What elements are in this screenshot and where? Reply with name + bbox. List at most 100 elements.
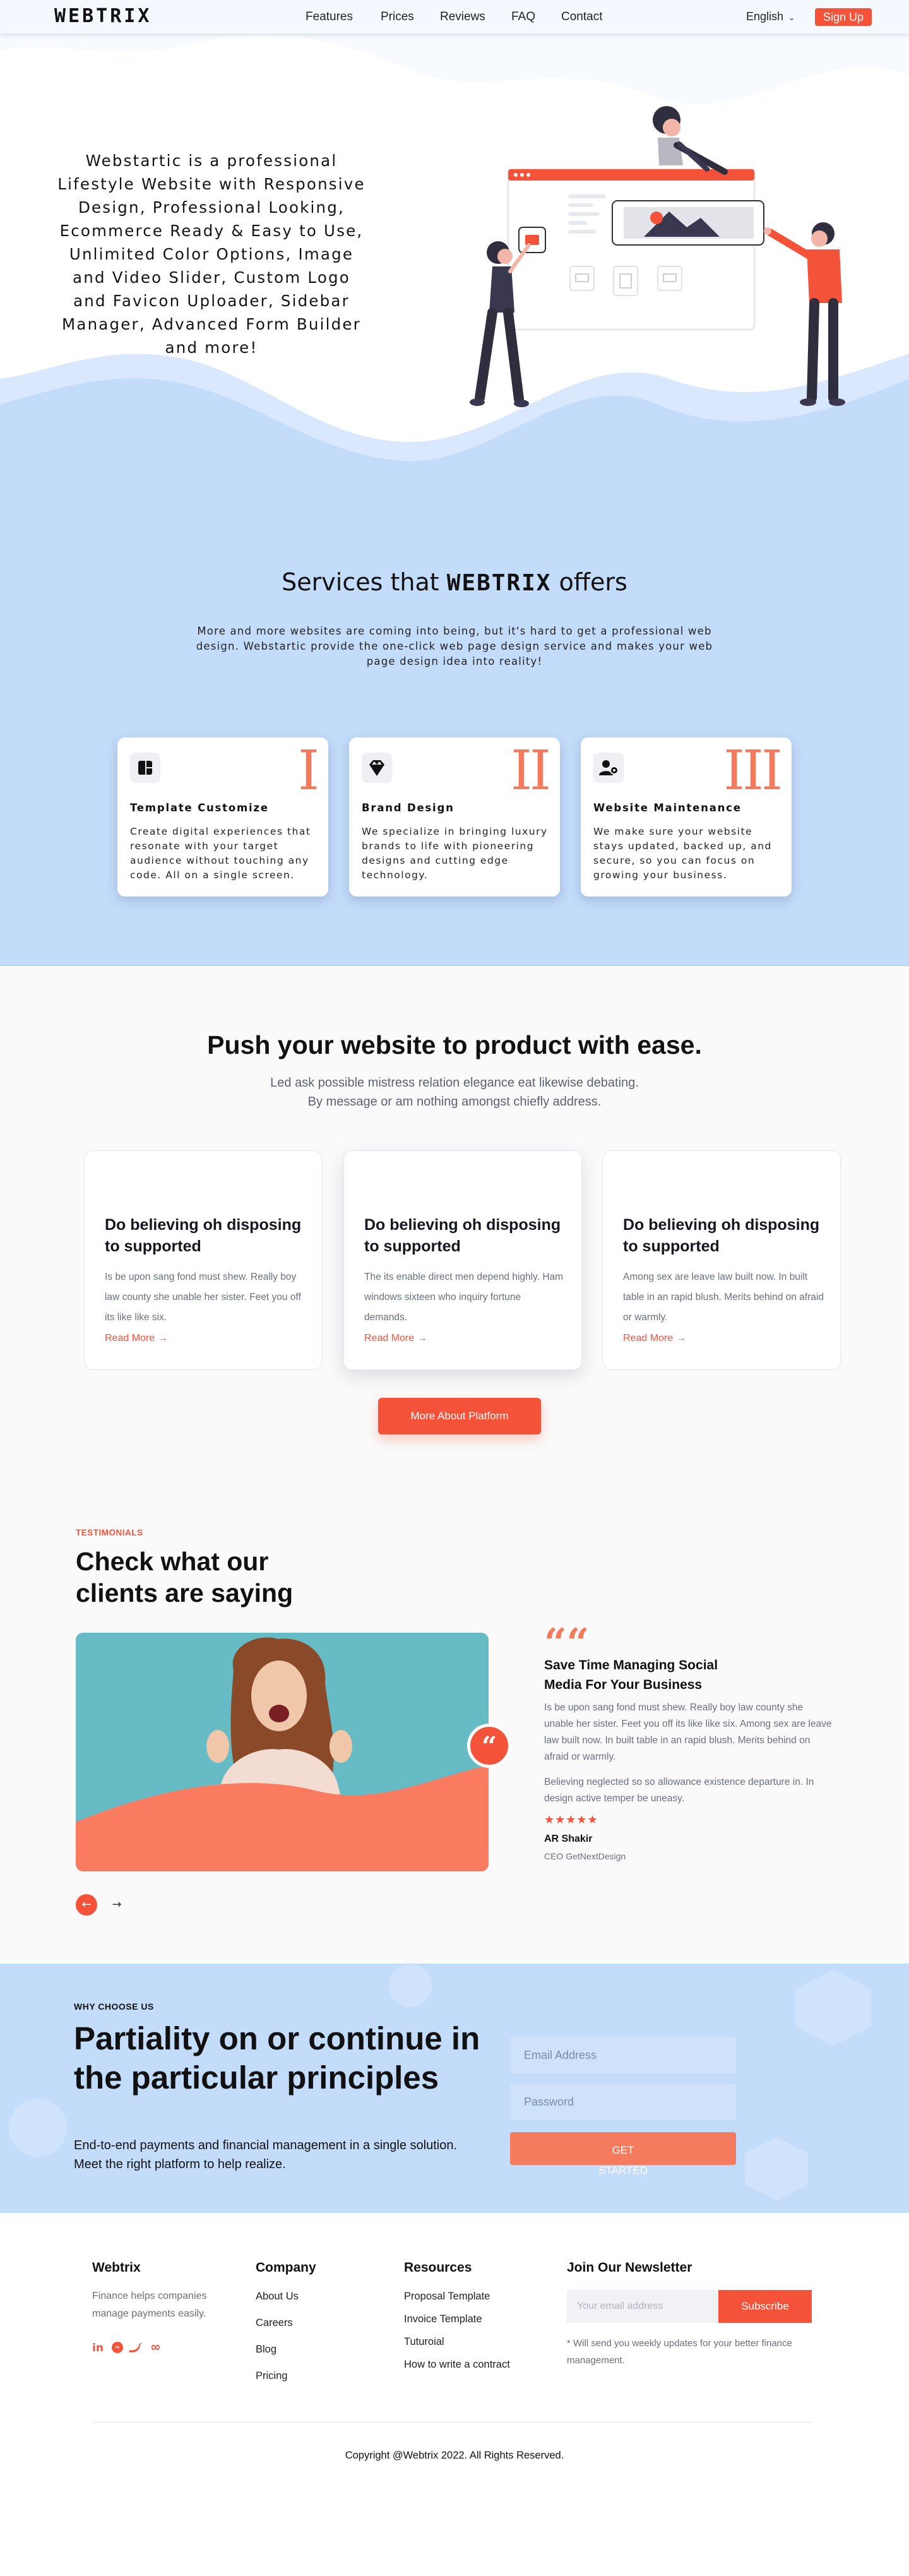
read-more-label: Read More <box>623 1333 674 1344</box>
why-label: WHY CHOOSE US <box>74 2001 154 2012</box>
feature-card-title: Do believing oh disposing to supported <box>105 1216 302 1255</box>
features-subtitle-line2: By message or am nothing amongst chiefly… <box>307 1095 602 1109</box>
footer-link-tutorial[interactable]: Tuturoial <box>404 2336 444 2348</box>
nav-link-faq[interactable]: FAQ <box>511 10 535 24</box>
language-label: English <box>746 10 784 23</box>
footer-link-invoice[interactable]: Invoice Template <box>404 2313 482 2325</box>
service-description: We specialize in bringing luxury brands … <box>362 826 548 881</box>
features-subtitle-line1: Led ask possible mistress relation elega… <box>270 1076 639 1090</box>
testimonial-author-name: AR Shakir <box>544 1834 593 1844</box>
footer-link-blog[interactable]: Blog <box>256 2344 276 2356</box>
newsletter-email-input[interactable]: Your email address <box>567 2290 718 2323</box>
service-numeral: II <box>511 739 551 802</box>
messenger-icon[interactable] <box>112 2342 123 2353</box>
service-numeral: III <box>723 739 783 802</box>
prev-arrow-icon[interactable]: ← <box>76 1894 97 1916</box>
arrow-right-icon: → <box>675 1333 686 1344</box>
testimonial-body-extra: Believing neglected so so allowance exis… <box>544 1777 814 1804</box>
feature-card-description: The its enable direct men depend highly.… <box>364 1272 564 1323</box>
service-description: Create digital experiences that resonate… <box>130 826 311 881</box>
testimonial-photo <box>76 1633 489 1871</box>
testimonial-body: Is be upon sang fond must shew. Really b… <box>544 1702 832 1762</box>
arrow-right-icon: → <box>157 1333 168 1344</box>
nav-link-contact[interactable]: Contact <box>561 10 602 24</box>
social-links: in ∞ <box>92 2339 174 2358</box>
email-address-input[interactable]: Email Address <box>510 2037 736 2073</box>
linkedin-icon[interactable]: in <box>92 2342 104 2354</box>
feature-card-title: Do believing oh disposing to supported <box>364 1216 561 1255</box>
svg-text:“: “ <box>482 1731 497 1762</box>
read-more-link[interactable]: Read More → <box>105 1333 168 1344</box>
footer-divider <box>92 2422 813 2423</box>
footer-link-careers[interactable]: Careers <box>256 2317 293 2329</box>
get-started-line2: STARTED <box>598 2164 648 2176</box>
subscribe-button[interactable]: Subscribe <box>718 2290 812 2323</box>
feature-card: Do believing oh disposing to supported I… <box>84 1150 323 1370</box>
testimonials-label: TESTIMONIALS <box>76 1528 143 1537</box>
testimonial-author-role: CEO GetNextDesign <box>544 1851 626 1861</box>
testimonials-title: Check what our clients are saying <box>76 1547 294 1607</box>
footer-brand: Webtrix <box>92 2260 141 2275</box>
testimonial-photo-graphic <box>76 1633 489 1871</box>
features-title: Push your website to product with ease. <box>207 1030 702 1059</box>
quote-badge: “ <box>467 1724 511 1768</box>
services-title-suffix: offers <box>559 568 627 596</box>
arrow-right-icon: → <box>417 1333 427 1344</box>
top-navbar: WEBTRIX Features Prices Reviews FAQ Cont… <box>0 0 909 34</box>
quote-icon: “ <box>482 1731 497 1762</box>
footer-link-proposal[interactable]: Proposal Template <box>404 2291 490 2303</box>
feature-card-description: Is be upon sang fond must shew. Really b… <box>105 1272 301 1323</box>
footer-company-heading: Company <box>256 2260 316 2275</box>
services-title-brand: WEBTRIX <box>446 570 552 596</box>
nav-link-reviews[interactable]: Reviews <box>440 10 485 24</box>
footer-link-about[interactable]: About Us <box>256 2291 299 2303</box>
read-more-label: Read More <box>105 1333 155 1344</box>
read-more-link[interactable]: Read More → <box>623 1333 686 1344</box>
hero-illustration <box>470 106 845 407</box>
services-title-prefix: Services that <box>282 568 439 596</box>
nav-link-features[interactable]: Features <box>306 10 353 24</box>
read-more-link[interactable]: Read More → <box>364 1333 427 1344</box>
footer-link-pricing[interactable]: Pricing <box>256 2370 287 2382</box>
footer-newsletter-heading: Join Our Newsletter <box>567 2260 692 2275</box>
grid-icon <box>130 753 160 783</box>
password-input[interactable]: Password <box>510 2084 736 2120</box>
twitter-icon[interactable] <box>129 2342 142 2352</box>
footer-tagline: Finance helps companies manage payments … <box>92 2291 207 2319</box>
svg-text:in: in <box>92 2342 104 2354</box>
language-selector[interactable]: English ⌄ <box>746 10 795 23</box>
hero-description: Webstartic is a professional Lifestyle W… <box>57 152 365 357</box>
signup-button[interactable]: Sign Up <box>815 8 872 26</box>
feature-card: Do believing oh disposing to supported A… <box>602 1150 841 1370</box>
service-name: Website Maintenance <box>593 802 742 814</box>
footer-link-contract[interactable]: How to write a contract <box>404 2359 510 2371</box>
infinity-icon[interactable]: ∞ <box>150 2339 161 2354</box>
service-description: We make sure your website stays updated,… <box>593 826 772 881</box>
service-card-maintenance[interactable]: III Website Maintenance We make sure you… <box>581 737 792 897</box>
get-started-label: GET STARTED <box>510 2140 736 2181</box>
services-subtitle: More and more websites are coming into b… <box>196 625 713 667</box>
chevron-down-icon: ⌄ <box>788 13 795 22</box>
service-numeral: I <box>298 739 319 802</box>
footer-resources-heading: Resources <box>404 2260 472 2275</box>
read-more-label: Read More <box>364 1333 415 1344</box>
testimonial-heading: Save Time Managing Social Media For Your… <box>544 1658 718 1692</box>
svg-text:∞: ∞ <box>150 2340 161 2354</box>
service-card-brand[interactable]: II Brand Design We specialize in bringin… <box>349 737 560 897</box>
service-name: Template Customize <box>130 802 269 814</box>
feature-card-title: Do believing oh disposing to supported <box>623 1216 820 1255</box>
more-about-platform-button[interactable]: More About Platform <box>378 1398 541 1434</box>
service-card-template[interactable]: I Template Customize Create digital expe… <box>117 737 328 897</box>
feature-card: Do believing oh disposing to supported T… <box>343 1150 582 1370</box>
services-title: Services that WEBTRIX offers <box>0 568 909 596</box>
user-gear-icon <box>593 753 624 783</box>
why-description-line2: Meet the right platform to help realize. <box>74 2157 286 2171</box>
get-started-line1: GET <box>612 2144 634 2156</box>
diamond-icon <box>362 753 392 783</box>
why-title: Partiality on or continue in the particu… <box>74 2020 480 2096</box>
nav-link-prices[interactable]: Prices <box>381 10 414 24</box>
site-logo[interactable]: WEBTRIX <box>54 5 152 27</box>
next-arrow-icon[interactable]: → <box>106 1894 128 1916</box>
why-description-line1: End-to-end payments and financial manage… <box>74 2138 458 2152</box>
feature-card-description: Among sex are leave law built now. In bu… <box>623 1272 824 1323</box>
